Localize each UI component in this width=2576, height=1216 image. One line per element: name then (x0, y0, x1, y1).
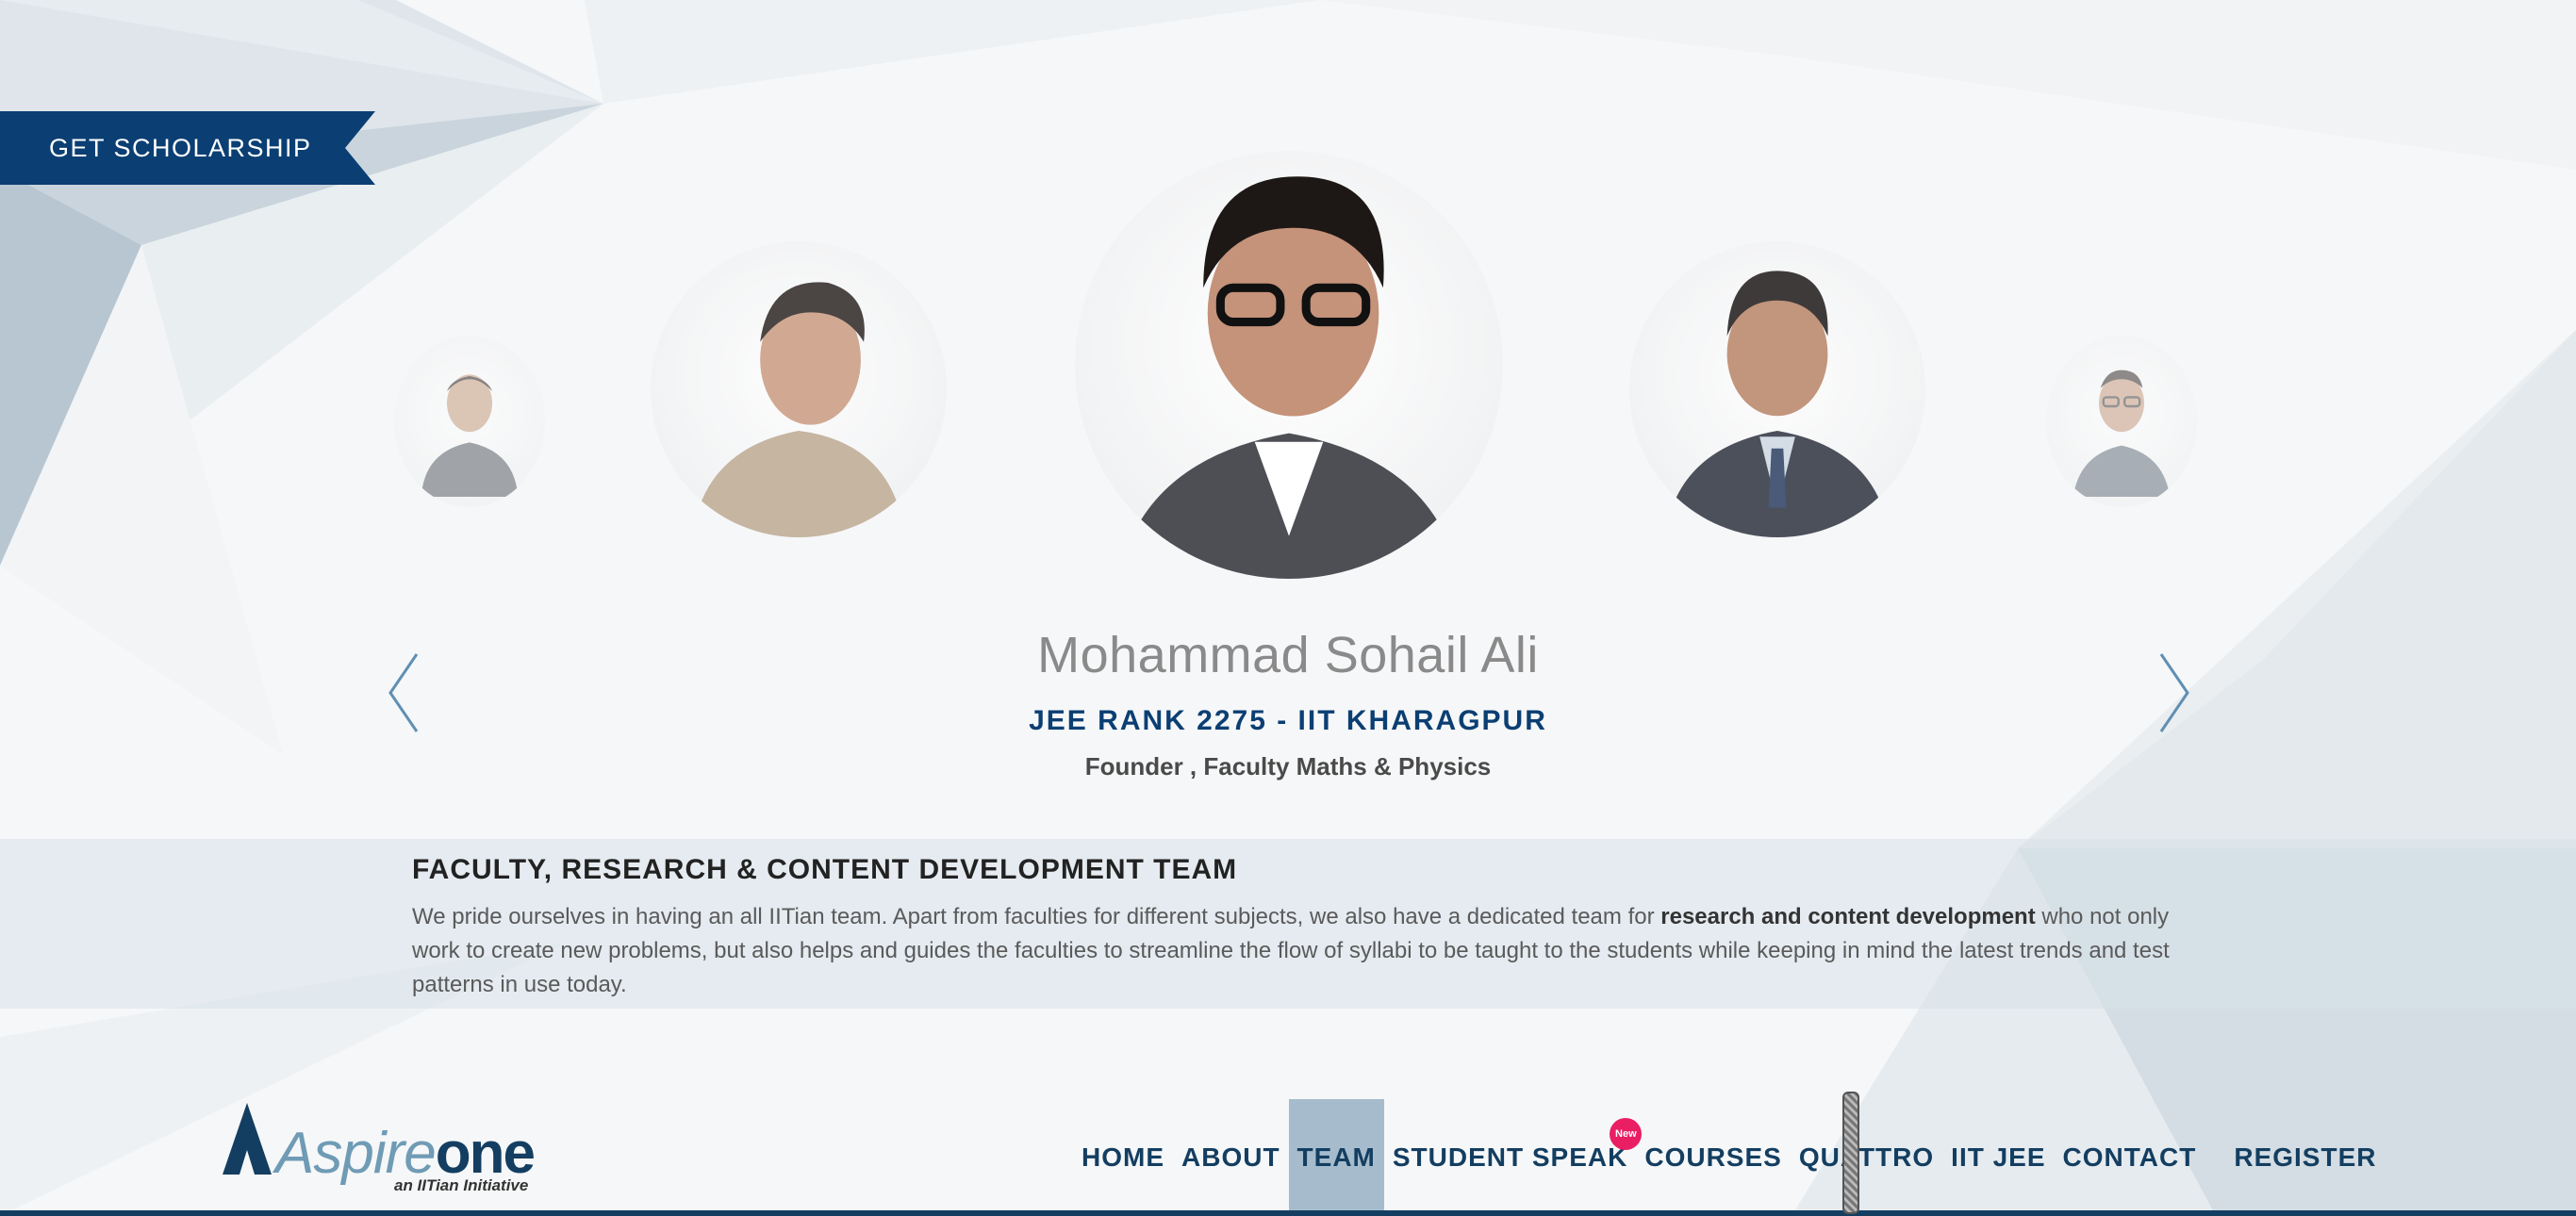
aspireone-logo[interactable]: Aspireone an IITian Initiative (219, 1103, 568, 1201)
carousel-prev-button[interactable] (385, 650, 422, 735)
main-nav: HOME ABOUT TEAM STUDENT SPEAK New COURSES… (1073, 1099, 2385, 1210)
person-icon (421, 374, 519, 497)
nav-student-speak[interactable]: STUDENT SPEAK New (1384, 1099, 1643, 1210)
nav-about[interactable]: ABOUT (1173, 1099, 1289, 1210)
person-icon (1664, 271, 1891, 537)
description-highlight: research and content development (1660, 904, 2036, 929)
person-icon (2072, 370, 2171, 497)
chevron-left-icon (388, 653, 419, 732)
nav-iit-jee[interactable]: IIT JEE (1942, 1099, 2054, 1210)
nav-quattro[interactable]: QUATTRO (1791, 1099, 1942, 1210)
team-member-photo[interactable] (394, 336, 545, 507)
nav-register[interactable]: REGISTER (2225, 1099, 2385, 1210)
get-scholarship-ribbon[interactable]: GET SCHOLARSHIP (0, 111, 375, 185)
logo-tagline: an IITian Initiative (394, 1176, 529, 1194)
description-text: We pride ourselves in having an all IITi… (412, 904, 1661, 929)
team-member-photo[interactable] (2046, 336, 2197, 507)
drag-handle[interactable] (1842, 1092, 1859, 1214)
nav-team[interactable]: TEAM (1288, 1099, 1384, 1210)
nav-contact[interactable]: CONTACT (2055, 1099, 2205, 1210)
logo-triangle-icon (223, 1103, 272, 1175)
carousel-next-button[interactable] (2155, 650, 2193, 735)
nav-home[interactable]: HOME (1073, 1099, 1173, 1210)
person-icon (1117, 176, 1461, 579)
section-description: We pride ourselves in having an all IITi… (412, 900, 2185, 1002)
team-member-photo[interactable] (651, 241, 947, 537)
member-role: Founder , Faculty Maths & Physics (1084, 752, 1492, 781)
nav-courses[interactable]: COURSES (1636, 1099, 1790, 1210)
team-member-photo[interactable] (1629, 241, 1925, 537)
get-scholarship-label: GET SCHOLARSHIP (49, 134, 312, 162)
footer-divider (0, 1210, 2576, 1216)
nav-student-speak-label: STUDENT SPEAK (1392, 1142, 1628, 1172)
chevron-right-icon (2159, 653, 2189, 732)
section-title: FACULTY, RESEARCH & CONTENT DEVELOPMENT … (412, 854, 1238, 885)
team-member-photo-active[interactable] (1075, 151, 1503, 579)
person-icon (691, 282, 906, 537)
